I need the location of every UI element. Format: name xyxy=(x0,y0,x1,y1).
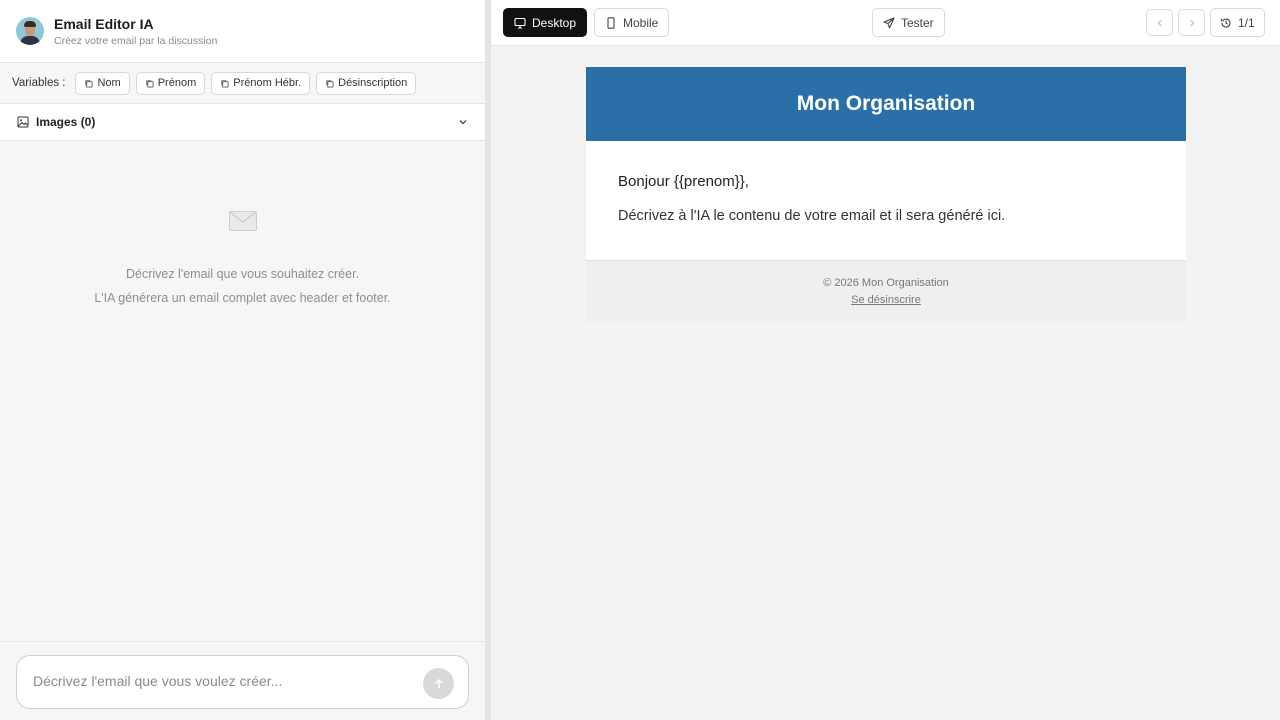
chevron-left-icon xyxy=(1157,19,1162,26)
variables-label: Variables : xyxy=(12,77,66,89)
history-icon xyxy=(1220,18,1231,28)
test-button[interactable]: Tester xyxy=(872,8,945,37)
avatar xyxy=(16,17,44,45)
mobile-view-button[interactable]: Mobile xyxy=(594,8,670,37)
mobile-label: Mobile xyxy=(623,15,659,30)
monitor-icon xyxy=(514,17,526,29)
chat-panel: Email Editor IA Créez votre email par la… xyxy=(0,0,485,720)
email-header: Mon Organisation xyxy=(586,67,1186,141)
email-greeting: Bonjour {{prenom}}, xyxy=(618,173,749,190)
copy-icon xyxy=(221,79,229,88)
app-subtitle: Créez votre email par la discussion xyxy=(54,35,218,47)
variable-chip-nom[interactable]: Nom xyxy=(75,71,130,95)
email-body: Bonjour {{prenom}}, Décrivez à l'IA le c… xyxy=(586,141,1186,260)
preview-toolbar: Desktop Mobile Tester 1/1 xyxy=(491,0,1280,46)
desktop-label: Desktop xyxy=(532,15,577,30)
chevron-right-icon xyxy=(1189,19,1194,26)
next-version-button[interactable] xyxy=(1178,9,1205,36)
previous-version-button[interactable] xyxy=(1146,9,1173,36)
variable-chip-label: Prénom xyxy=(157,77,197,89)
copy-icon xyxy=(326,79,334,88)
prompt-input[interactable] xyxy=(33,673,413,689)
send-icon xyxy=(883,16,895,29)
variable-chip-label: Nom xyxy=(97,77,121,89)
variable-chip-label: Prénom Hébr. xyxy=(233,77,302,89)
smartphone-icon xyxy=(607,16,615,29)
variable-chip-desinscription[interactable]: Désinscription xyxy=(316,71,417,95)
empty-state-line2: L'IA générera un email complet avec head… xyxy=(94,291,391,305)
copy-icon xyxy=(85,79,94,88)
email-footer: © 2026 Mon Organisation Se désinscrire xyxy=(586,260,1186,322)
variables-bar: Variables : Nom Prénom Prénom Hébr. Dési… xyxy=(0,63,485,104)
email-copyright: © 2026 Mon Organisation xyxy=(823,277,949,289)
email-preview: Mon Organisation Bonjour {{prenom}}, Déc… xyxy=(586,67,1186,322)
variable-chip-label: Désinscription xyxy=(338,77,408,89)
composer xyxy=(16,655,469,709)
empty-state-line1: Décrivez l'email que vous souhaitez crée… xyxy=(125,267,360,281)
test-label: Tester xyxy=(901,15,934,30)
image-icon xyxy=(17,116,29,128)
unsubscribe-link[interactable]: Se désinscrire xyxy=(851,294,921,306)
app-title: Email Editor IA xyxy=(54,16,154,32)
desktop-view-button[interactable]: Desktop xyxy=(503,8,588,37)
send-button[interactable] xyxy=(423,668,454,699)
copy-icon xyxy=(146,79,154,88)
app-header: Email Editor IA Créez votre email par la… xyxy=(0,0,485,63)
variable-chip-prenom[interactable]: Prénom xyxy=(135,71,206,95)
images-label: Images (0) xyxy=(36,115,96,129)
variable-chip-prenom-hebr[interactable]: Prénom Hébr. xyxy=(211,71,311,95)
envelope-icon xyxy=(228,211,257,231)
email-paragraph: Décrivez à l'IA le contenu de votre emai… xyxy=(618,208,1006,224)
preview-panel: Desktop Mobile Tester 1/1 Mon Organisati… xyxy=(491,0,1280,720)
chevron-down-icon xyxy=(459,120,467,125)
composer-area xyxy=(0,641,485,720)
version-counter: 1/1 xyxy=(1238,15,1255,30)
images-accordion[interactable]: Images (0) xyxy=(0,104,485,141)
email-header-title: Mon Organisation xyxy=(796,92,976,115)
arrow-up-icon xyxy=(434,678,443,688)
empty-state: Décrivez l'email que vous souhaitez crée… xyxy=(0,210,485,305)
version-history-button[interactable]: 1/1 xyxy=(1210,8,1265,37)
